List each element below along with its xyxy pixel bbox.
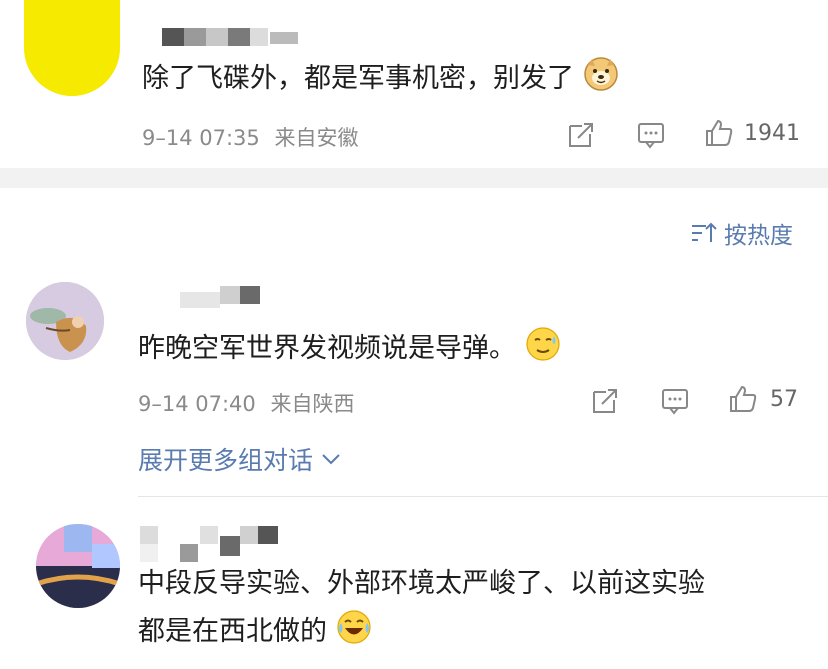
username-blurred[interactable]: [162, 28, 302, 46]
pixel-block: [180, 292, 220, 308]
sort-label: 按热度: [724, 223, 793, 249]
expand-label: 展开更多组对话: [138, 446, 314, 475]
laugh-cry-icon: [336, 609, 372, 656]
comment-date: 9–14 07:40: [138, 392, 256, 416]
pixel-block: [250, 28, 268, 46]
pixel-block: [180, 544, 198, 562]
share-icon: [593, 389, 617, 413]
section-separator: [0, 168, 828, 188]
pixel-block: [220, 286, 240, 304]
comment-icon: [638, 123, 664, 149]
sort-toggle[interactable]: 按热度: [690, 216, 793, 250]
reply-button[interactable]: [660, 386, 690, 420]
comment-meta: 9–14 07:35 来自安徽: [142, 122, 358, 152]
doge-icon: [583, 56, 619, 103]
pixel-block: [184, 28, 206, 46]
thumbs-up-icon: [730, 385, 757, 412]
like-count: 57: [770, 386, 798, 412]
pixel-block: [228, 28, 250, 46]
pixel-block: [200, 526, 218, 544]
share-icon: [569, 123, 593, 147]
comment-text-line: 都是在西北做的: [138, 609, 372, 656]
comment-text: 除了飞碟外，都是军事机密，别发了: [142, 56, 619, 103]
pixel-block: [240, 286, 260, 304]
like-button[interactable]: 1941: [704, 118, 800, 148]
avatar[interactable]: [26, 282, 104, 360]
pixel-block: [258, 526, 278, 544]
comment-text: 昨晚空军世界发视频说是导弹。: [138, 326, 561, 373]
pixel-block: [240, 526, 258, 544]
comment-text-line: 中段反导实验、外部环境太严峻了、以前这实验: [138, 568, 705, 599]
comment-location: 来自陕西: [270, 392, 355, 416]
avatar[interactable]: [36, 524, 120, 608]
sweat-smile-icon: [525, 326, 561, 373]
pixel-block: [220, 536, 240, 556]
like-button[interactable]: 57: [728, 384, 798, 414]
avatar[interactable]: [24, 0, 120, 96]
divider: [138, 496, 828, 497]
comment-date: 9–14 07:35: [142, 126, 260, 150]
pixel-block: [270, 32, 298, 44]
comment-meta: 9–14 07:40 来自陕西: [138, 388, 354, 418]
share-button[interactable]: [590, 386, 620, 420]
like-count: 1941: [744, 120, 800, 146]
chevron-down-icon: [322, 454, 340, 465]
comment-icon: [662, 389, 688, 415]
pixel-block: [162, 28, 184, 46]
username-blurred[interactable]: [140, 526, 290, 562]
reply-button[interactable]: [636, 120, 666, 154]
pixel-block: [140, 526, 158, 544]
username-blurred[interactable]: [180, 286, 270, 308]
share-button[interactable]: [566, 120, 596, 154]
thumbs-up-icon: [706, 119, 733, 146]
sort-icon: [692, 222, 717, 242]
pixel-block: [140, 544, 158, 562]
pixel-block: [206, 28, 228, 46]
comment-location: 来自安徽: [274, 126, 359, 150]
expand-conversation-link[interactable]: 展开更多组对话: [138, 441, 341, 477]
